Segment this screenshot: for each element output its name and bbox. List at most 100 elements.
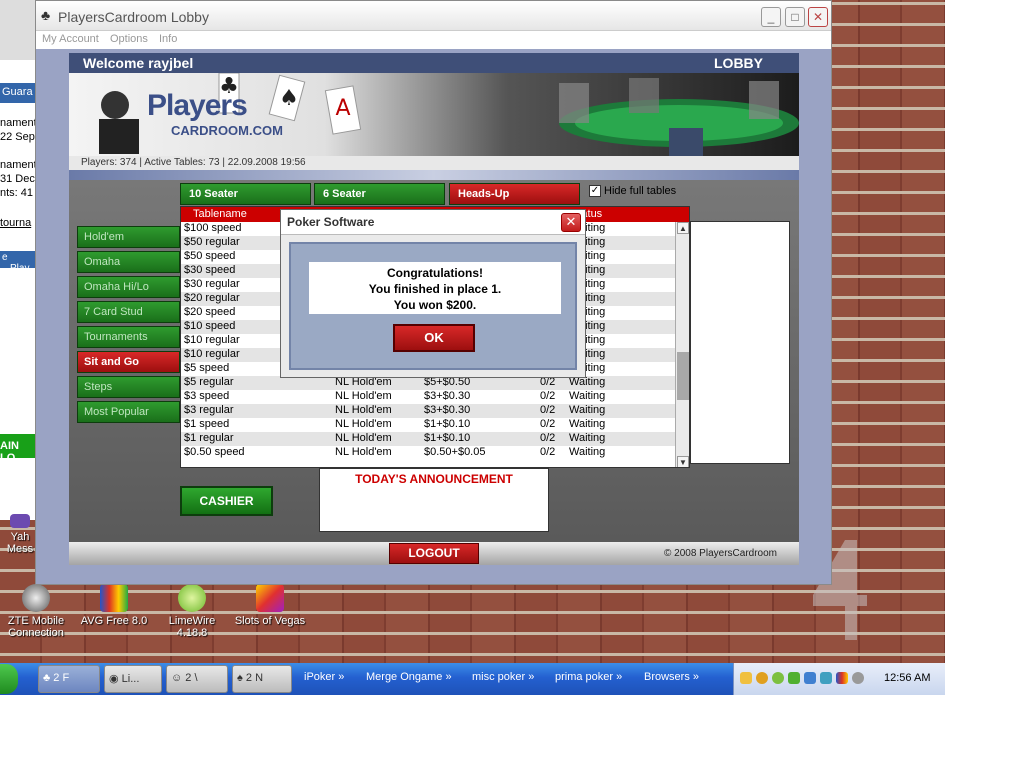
cell-status: Waiting [569,390,606,402]
messenger-icon [10,514,30,528]
table-row[interactable]: $3 speed NL Hold'em $3+$0.30 0/2 Waiting [181,390,675,404]
cashier-button[interactable]: CASHIER [180,486,273,516]
banner: ♣ ♠ A Players CARDROOM.COM [69,73,799,156]
desktop-icon-limewire[interactable]: LimeWire 4.18.8 [156,584,228,639]
dialog-line-2: You finished in place 1. [368,282,502,296]
tab-6-seater[interactable]: 6 Seater [314,183,445,205]
title-bar[interactable]: ♣ PlayersCardroom Lobby _ □ ✕ [36,1,831,31]
dialog-close-button[interactable]: ✕ [561,213,581,232]
cell-name: $20 speed [184,306,236,318]
desktop-icon-messenger[interactable]: Yah Mess [0,514,40,555]
club-icon: ♣ [43,672,54,684]
limewire-tray-icon[interactable] [772,672,784,684]
table-row[interactable]: $3 regular NL Hold'em $3+$0.30 0/2 Waiting [181,404,675,418]
messenger-tray-icon[interactable] [820,672,832,684]
sidebar-item-steps[interactable]: Steps [77,376,180,398]
column-tablename[interactable]: Tablename [193,208,247,220]
cell-name: $10 regular [184,334,240,346]
cell-players: 0/2 [540,404,556,416]
hide-full-checkbox[interactable]: ✓ [589,185,601,198]
cell-status: Waiting [569,418,606,430]
taskbar-item-cards[interactable]: ♣ 2 F [38,665,100,693]
taskbar-item-group[interactable]: ♠ 2 N [232,665,292,693]
cell-name: $30 regular [184,278,240,290]
cell-name: $10 speed [184,320,236,332]
background-window: Guara nament 22 Sep nament 31 Dec nts: 4… [0,0,36,520]
table-row[interactable]: $0.50 speed NL Hold'em $0.50+$0.05 0/2 Waiti… [181,446,675,460]
desktop-icon-avg[interactable]: AVG Free 8.0 [78,584,150,627]
taskbar-folder-ipoker[interactable]: iPoker » [300,665,360,693]
scroll-down-icon[interactable]: ▼ [677,456,689,467]
menu-my-account[interactable]: My Account [42,33,99,45]
cell-name: $1 speed [184,418,230,430]
cell-game: NL Hold'em [335,404,392,416]
dialog-body: Congratulations! You finished in place 1… [289,242,577,370]
smiley-icon[interactable] [756,672,768,684]
sidebar-item-sit-and-go[interactable]: Sit and Go [77,351,180,373]
smiley-icon: ☺ [171,672,186,684]
desktop-icon-slots[interactable]: Slots of Vegas [234,584,306,627]
separator [69,170,799,180]
bg-window-link[interactable]: tourna [0,217,31,229]
cell-game: NL Hold'em [335,390,392,402]
cell-game: NL Hold'em [335,432,392,444]
bg-window-header: e Play [0,251,35,274]
dialog-message: Congratulations! You finished in place 1… [309,262,561,314]
club-icon: ♣ [41,7,51,23]
table-row[interactable]: $5 regular NL Hold'em $5+$0.50 0/2 Waiting [181,376,675,390]
sidebar-item-7-card-stud[interactable]: 7 Card Stud [77,301,180,323]
taskbar-item-limewire[interactable]: ◉ Li... [104,665,162,693]
cell-game: NL Hold'em [335,418,392,430]
tab-10-seater[interactable]: 10 Seater [180,183,311,205]
lobby-label: LOBBY [714,55,763,71]
dialog-line-1: Congratulations! [387,266,483,280]
sound-icon[interactable] [852,672,864,684]
cell-name: $5 regular [184,376,234,388]
table-row[interactable]: $1 speed NL Hold'em $1+$0.10 0/2 Waiting [181,418,675,432]
taskbar-folder-misc[interactable]: misc poker » [468,665,548,693]
scroll-up-icon[interactable]: ▲ [677,222,689,234]
taskbar-folder-browsers[interactable]: Browsers » [640,665,724,693]
start-button[interactable] [0,664,18,694]
dialog-title: Poker Software [287,215,375,229]
taskbar-folder-merge[interactable]: Merge Ongame » [362,665,466,693]
cell-players: 0/2 [540,418,556,430]
bg-window-line: 22 Sep [0,131,35,143]
copyright: © 2008 PlayersCardroom [664,548,777,559]
bg-window-bar: Guara [0,83,35,103]
stats-line: Players: 374 | Active Tables: 73 | 22.09… [69,156,799,170]
sidebar-item-holdem[interactable]: Hold'em [77,226,180,248]
limewire-icon: ◉ [109,673,122,685]
clock: 12:56 AM [884,672,931,684]
dialog-title-bar[interactable]: Poker Software ✕ [281,210,585,235]
avg-tray-icon[interactable] [836,672,848,684]
taskbar-item-messenger[interactable]: ☺ 2 \ [166,665,228,693]
desktop-icon-zte[interactable]: ZTE Mobile Connection [0,584,72,639]
sidebar-item-omaha-hilo[interactable]: Omaha Hi/Lo [77,276,180,298]
menu-info[interactable]: Info [159,33,177,45]
menu-bar: My Account Options Info [36,31,831,49]
menu-options[interactable]: Options [110,33,148,45]
hide-full-tables[interactable]: ✓ Hide full tables [589,185,676,198]
taskbar: ♣ 2 F ◉ Li... ☺ 2 \ ♠ 2 N iPoker » Merge… [0,663,945,695]
bg-window-header-a: e [2,252,8,263]
close-button[interactable]: ✕ [808,7,828,27]
scroll-thumb[interactable] [677,352,689,400]
update-icon[interactable] [788,672,800,684]
network-icon[interactable] [804,672,816,684]
mail-icon[interactable] [740,672,752,684]
sidebar-item-omaha[interactable]: Omaha [77,251,180,273]
table-row[interactable]: $1 regular NL Hold'em $1+$0.10 0/2 Waiting [181,432,675,446]
sidebar-item-most-popular[interactable]: Most Popular [77,401,180,423]
bg-window-line: nament [0,159,36,171]
ok-button[interactable]: OK [393,324,475,352]
maximize-button[interactable]: □ [785,7,805,27]
taskbar-folder-prima[interactable]: prima poker » [551,665,635,693]
sidebar-item-tournaments[interactable]: Tournaments [77,326,180,348]
logout-button[interactable]: LOGOUT [389,543,479,564]
minimize-button[interactable]: _ [761,7,781,27]
table-scrollbar[interactable]: ▲ ▼ [675,222,689,467]
bg-window-login-button[interactable]: AIN LO [0,434,35,464]
cell-name: $20 regular [184,292,240,304]
tab-heads-up[interactable]: Heads-Up [449,183,580,205]
